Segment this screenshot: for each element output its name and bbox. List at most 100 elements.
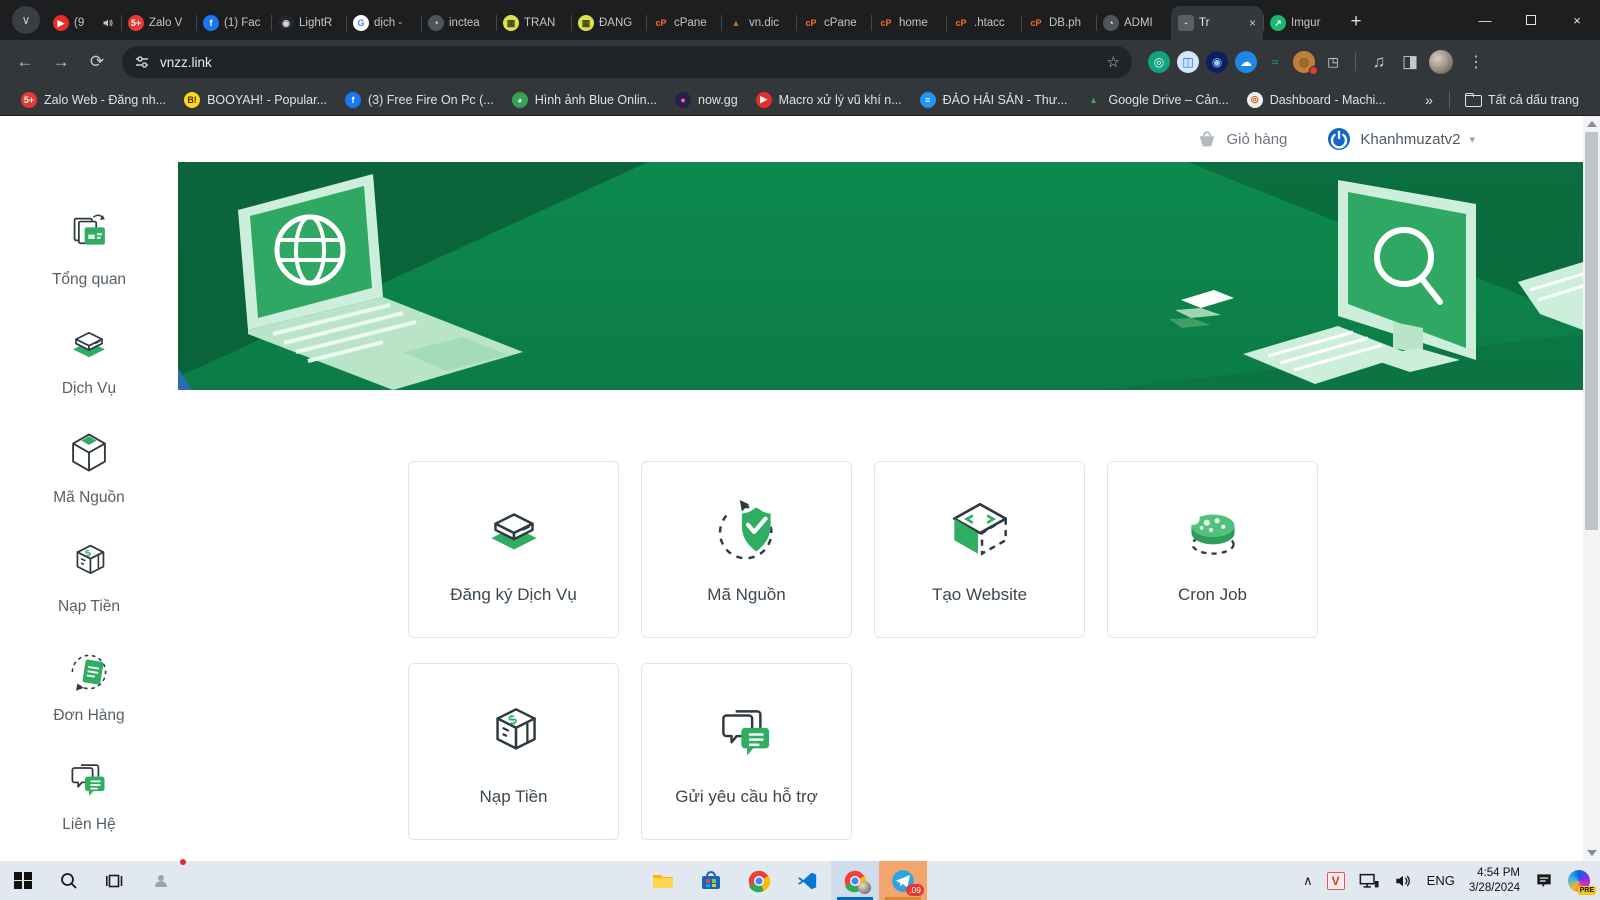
tab-search-button[interactable]: ∨ [12,6,40,34]
scrollbar-down-arrow[interactable] [1587,850,1597,856]
bookmark-item[interactable]: ≡ĐẢO HẢI SẢN - Thư... [911,88,1077,112]
task-view-button[interactable] [92,861,138,900]
bookmark-label: (3) Free Fire On Pc (... [368,93,494,107]
vscode-button[interactable] [783,861,831,900]
card-cron-job[interactable]: Cron Job [1107,461,1318,638]
scrollbar-thumb[interactable] [1585,132,1598,530]
card-label: Tạo Website [932,585,1027,605]
browser-tab[interactable]: ◉LightR [271,6,346,40]
sidebar-item-ma-nguon[interactable]: Mã Nguồn [14,428,164,507]
tray-chevron-icon[interactable]: ∧ [1303,873,1313,889]
action-center-button[interactable] [1534,871,1554,891]
bookmark-item[interactable]: ▶Macro xử lý vũ khí n... [747,88,911,112]
all-bookmarks-button[interactable]: Tất cả dấu trang [1456,88,1588,112]
chrome-profile-button[interactable] [831,861,879,900]
browser-tab[interactable]: 5+Zalo V [121,6,196,40]
bookmark-star-icon[interactable]: ☆ [1107,53,1120,71]
browser-tab[interactable]: ◔inctea [421,6,496,40]
copilot-icon[interactable]: PRE [1568,870,1590,892]
cart-button[interactable]: Giỏ hàng [1196,128,1288,150]
bookmark-item[interactable]: ◕Hình ảnh Blue Onlin... [503,88,666,112]
tab-title: LightR [299,17,339,29]
sidebar-item-don-hang[interactable]: Đơn Hàng [14,646,164,725]
browser-tab[interactable]: ▦ĐĂNG [571,6,646,40]
pages-extension-icon[interactable]: ◫ [1177,51,1199,73]
site-settings-icon[interactable] [134,54,150,70]
start-button[interactable] [0,861,46,900]
bookmark-label: now.gg [698,93,738,107]
sidebar-item-lien-he[interactable]: Liên Hệ [14,755,164,834]
clock[interactable]: 4:54 PM 3/28/2024 [1469,866,1520,896]
scrollbar-up-arrow[interactable] [1587,121,1597,127]
browser-tab[interactable]: cPDB.ph [1021,6,1096,40]
url-text[interactable]: vnzz.link [160,55,1097,70]
language-indicator[interactable]: ENG [1427,873,1455,888]
bookmark-item[interactable]: B!BOOYAH! - Popular... [175,88,336,112]
bookmark-item[interactable]: 5+Zalo Web - Đăng nh... [12,88,175,112]
minimize-button[interactable]: — [1462,0,1508,40]
chatgpt-extension-icon[interactable]: ◎ [1148,51,1170,73]
cookie-extension-icon[interactable]: ◍ [1293,51,1315,73]
file-explorer-button[interactable] [639,861,687,900]
browser-tab[interactable]: ▶ (9 [46,6,121,40]
microsoft-store-button[interactable] [687,861,735,900]
maximize-button[interactable] [1508,0,1554,40]
bookmark-item[interactable]: ◎Dashboard - Machi... [1238,88,1395,112]
tab-audio-icon[interactable] [102,17,114,29]
chrome-button[interactable] [735,861,783,900]
user-menu[interactable]: Khanhmuzatv2 ▾ [1327,127,1475,151]
username: Khanhmuzatv2 [1360,131,1460,148]
bookmarks-overflow-button[interactable]: » [1415,92,1443,108]
cloud-extension-icon[interactable]: ☁ [1235,51,1257,73]
browser-tab[interactable]: f(1) Fac [196,6,271,40]
back-button[interactable]: ← [10,47,40,77]
wave-extension-icon[interactable]: ≈ [1264,51,1286,73]
browser-tab[interactable]: ▲vn.dic [721,6,796,40]
browser-tab[interactable]: ◔ADMI [1096,6,1171,40]
new-tab-button[interactable]: + [1342,8,1370,36]
drive-bookmark-icon: ▲ [1086,92,1102,108]
eye-extension-icon[interactable]: ◉ [1206,51,1228,73]
page-scrollbar[interactable] [1583,116,1600,861]
browser-tab[interactable]: ▦TRAN [496,6,571,40]
side-panel-icon[interactable]: ◨ [1398,47,1422,77]
search-button[interactable] [46,861,92,900]
bookmark-item[interactable]: ▲Google Drive – Cản... [1077,88,1238,112]
forward-button[interactable]: → [46,47,76,77]
browser-tab[interactable]: Gdịch - [346,6,421,40]
profile-avatar[interactable] [1429,50,1453,74]
telegram-button[interactable]: .09 [879,861,927,900]
vndic-favicon: ▲ [728,15,744,31]
network-icon[interactable] [1359,872,1379,890]
card-nap-tien[interactable]: Nạp Tiền [408,663,619,840]
bookmark-item[interactable]: ●now.gg [666,88,747,112]
reload-button[interactable]: ⟳ [82,47,112,77]
tab-close-icon[interactable]: × [1249,16,1256,30]
bookmark-item[interactable]: f(3) Free Fire On Pc (... [336,88,503,112]
card-tao-website[interactable]: Tạo Website [874,461,1085,638]
card-gui-yeu-cau-ho-tro[interactable]: Gửi yêu cầu hỗ trợ [641,663,852,840]
playlist-icon[interactable]: ♫ [1367,47,1391,77]
card-dang-ky-dich-vu[interactable]: Đăng ký Dịch Vụ [408,461,619,638]
sidebar-item-nap-tien[interactable]: Nạp Tiền [14,537,164,616]
page-header: Giỏ hàng Khanhmuzatv2 ▾ [178,116,1583,162]
browser-tab[interactable]: cP.htacc [946,6,1021,40]
browser-tab[interactable]: cPcPane [796,6,871,40]
extensions-puzzle-icon[interactable]: ◳ [1322,51,1344,73]
browser-tab[interactable]: cPcPane [646,6,721,40]
card-ma-nguon[interactable]: Mã Nguồn [641,461,852,638]
close-window-button[interactable]: × [1554,0,1600,40]
people-button[interactable] [138,861,184,900]
address-bar[interactable]: vnzz.link ☆ [122,46,1132,78]
unikey-icon[interactable]: V [1327,872,1345,890]
sidebar-item-label: Nạp Tiền [58,598,120,616]
sidebar-item-dich-vu[interactable]: Dịch Vụ [14,319,164,398]
browser-tab-active[interactable]: - Tr × [1171,6,1263,40]
tab-title: TRAN [524,17,564,29]
browser-menu-icon[interactable]: ⋮ [1460,52,1492,72]
volume-icon[interactable] [1393,872,1413,890]
browser-tab[interactable]: ↗Imgur [1263,6,1338,40]
sidebar-item-tong-quan[interactable]: Tổng quan [14,210,164,289]
browser-tab[interactable]: cPhome [871,6,946,40]
cart-label: Giỏ hàng [1227,131,1288,148]
